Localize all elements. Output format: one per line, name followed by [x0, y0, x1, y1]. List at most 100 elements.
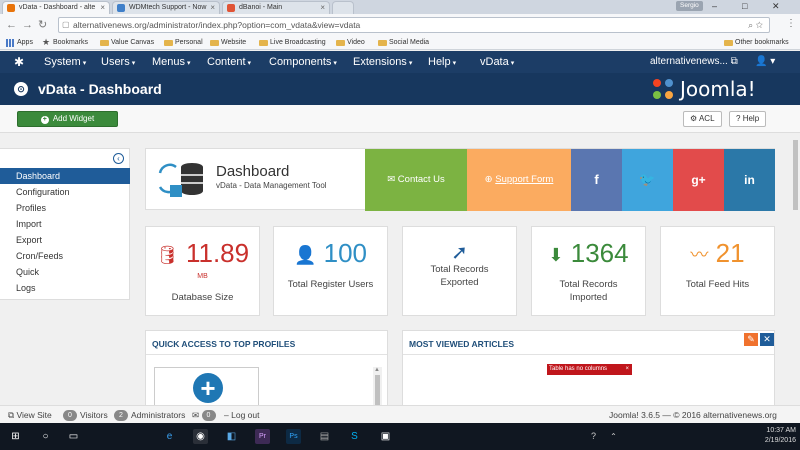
visitors-count[interactable]: 0 Visitors: [63, 406, 108, 424]
administrators-count[interactable]: 2 Administrators: [114, 406, 185, 424]
browser-tab[interactable]: dBanoi - Main ×: [222, 1, 330, 14]
linkedin-icon[interactable]: in: [724, 149, 775, 211]
help-button[interactable]: ? Help: [729, 111, 767, 127]
acl-button[interactable]: ⚙ ACL: [683, 111, 722, 127]
caret-down-icon: ▾: [187, 60, 191, 67]
maximize-icon[interactable]: □: [742, 0, 747, 12]
menu-users[interactable]: Users ▾: [101, 51, 135, 75]
back-icon[interactable]: ←: [6, 18, 17, 32]
site-link[interactable]: alternativenews... ⧉: [650, 51, 738, 73]
browser-tab[interactable]: WDMtech Support - Now ×: [112, 1, 220, 14]
system-clock[interactable]: 10:37 AM 2/19/2016: [748, 426, 796, 446]
address-bar[interactable]: ▢ alternativenews.org/administrator/inde…: [58, 17, 770, 33]
bookmark-folder[interactable]: Live Broadcasting: [259, 38, 326, 48]
add-profile-box[interactable]: +: [154, 367, 259, 407]
task-view-icon[interactable]: ▭: [66, 429, 81, 444]
bookmark-folder[interactable]: Social Media: [378, 38, 429, 48]
browser-tab-strip: vData - Dashboard - alte × WDMtech Suppo…: [0, 0, 800, 14]
close-icon[interactable]: ✕: [760, 333, 774, 346]
page-info-icon[interactable]: ▢: [62, 18, 70, 32]
add-icon[interactable]: +: [193, 373, 223, 403]
explorer-icon[interactable]: ◧: [224, 429, 239, 444]
app-icon[interactable]: ▤: [317, 429, 332, 444]
logout-link[interactable]: – Log out: [224, 406, 259, 424]
help-tray-icon[interactable]: ?: [586, 429, 601, 444]
edit-icon[interactable]: ✎: [744, 333, 758, 346]
scroll-up-icon[interactable]: ▲: [374, 367, 380, 373]
edge-icon[interactable]: e: [162, 429, 177, 444]
close-tab-icon[interactable]: ×: [320, 2, 325, 14]
scrollbar-thumb[interactable]: [375, 375, 380, 405]
windows-start-icon[interactable]: ⊞: [8, 429, 23, 444]
bookmarks-bar: Apps ★ Bookmarks Value Canvas Personal We…: [0, 36, 800, 50]
search-icon[interactable]: ○: [38, 429, 53, 444]
close-window-icon[interactable]: ✕: [772, 0, 780, 12]
apps-icon: [6, 39, 14, 47]
gear-icon: ⚙: [690, 114, 698, 123]
browser-menu-icon[interactable]: ⋮: [786, 18, 796, 29]
close-icon[interactable]: ×: [625, 364, 629, 375]
caret-down-icon: ▾: [510, 60, 515, 67]
bookmark-folder[interactable]: Personal: [164, 38, 203, 48]
reload-icon[interactable]: ↻: [38, 18, 47, 32]
premiere-icon[interactable]: Pr: [255, 429, 270, 444]
dashboard-subtitle: vData - Data Management Tool: [216, 181, 327, 190]
photoshop-icon[interactable]: Ps: [286, 429, 301, 444]
google-plus-icon[interactable]: g+: [673, 149, 724, 211]
bookmark-folder[interactable]: Video: [336, 38, 365, 48]
bookmark-apps[interactable]: Apps: [6, 38, 33, 48]
sidebar-item-import[interactable]: Import: [0, 216, 130, 232]
sidebar-item-configuration[interactable]: Configuration: [0, 184, 130, 200]
menu-extensions[interactable]: Extensions ▾: [353, 51, 412, 75]
menu-help[interactable]: Help ▾: [428, 51, 456, 75]
twitter-icon[interactable]: 🐦: [622, 149, 673, 211]
bookmark-folder[interactable]: Website: [210, 38, 246, 48]
zoom-search-icon[interactable]: ⌕ ☆: [748, 18, 763, 32]
user-icon: 👤: [293, 245, 317, 266]
sidebar-item-profiles[interactable]: Profiles: [0, 200, 130, 216]
notes-icon[interactable]: ▣: [378, 429, 393, 444]
add-widget-button[interactable]: + Add Widget: [17, 111, 118, 127]
sidebar-item-cron-feeds[interactable]: Cron/Feeds: [0, 248, 130, 264]
browser-tab[interactable]: vData - Dashboard - alte ×: [2, 1, 110, 14]
joomla-logo-icon: [653, 79, 673, 99]
admin-status-bar: ⧉ View Site 0 Visitors 2 Administrators ✉ …: [0, 405, 800, 423]
menu-system[interactable]: System ▾: [44, 51, 86, 75]
bookmark-folder[interactable]: Value Canvas: [100, 38, 154, 48]
menu-vdata[interactable]: vData ▾: [480, 51, 514, 75]
close-tab-icon[interactable]: ×: [210, 2, 215, 14]
view-site-link[interactable]: ⧉ View Site: [8, 406, 52, 424]
sidebar-item-quick[interactable]: Quick: [0, 264, 130, 280]
sidebar-item-logs[interactable]: Logs: [0, 280, 130, 296]
bookmark-bookmarks[interactable]: ★ Bookmarks: [42, 37, 88, 48]
menu-content[interactable]: Content ▾: [207, 51, 251, 75]
browser-profile-chip[interactable]: Sergio: [676, 1, 703, 11]
menu-components[interactable]: Components ▾: [269, 51, 337, 75]
contact-us-tile[interactable]: ✉ Contact Us: [365, 149, 467, 211]
page-scrollbar[interactable]: [791, 134, 800, 405]
stat-unit: MB: [197, 273, 208, 280]
support-form-tile[interactable]: ⊕ Support Form: [467, 149, 571, 211]
messages-count[interactable]: ✉ 0: [192, 406, 219, 424]
stat-label: Total Feed Hits: [685, 279, 750, 290]
folder-icon: [210, 40, 219, 46]
sidebar-item-export[interactable]: Export: [0, 232, 130, 248]
close-tab-icon[interactable]: ×: [100, 2, 105, 14]
joomla-logo-icon[interactable]: ✱: [14, 55, 24, 69]
chrome-icon[interactable]: ◉: [193, 429, 208, 444]
collapse-sidebar-icon[interactable]: ‹: [113, 153, 124, 164]
stat-label: Total Records Exported: [430, 264, 489, 288]
panel-scrollbar[interactable]: ▲: [373, 367, 382, 407]
sidebar-item-dashboard[interactable]: Dashboard: [0, 168, 130, 184]
skype-icon[interactable]: S: [347, 429, 362, 444]
forward-icon[interactable]: →: [22, 18, 33, 32]
other-bookmarks[interactable]: Other bookmarks: [724, 38, 789, 48]
stat-registered-users: 👤 100 Total Register Users: [273, 226, 388, 316]
scrollbar-thumb[interactable]: [793, 140, 798, 210]
new-tab-button[interactable]: [332, 1, 354, 14]
facebook-icon[interactable]: f: [571, 149, 622, 211]
menu-menus[interactable]: Menus ▾: [152, 51, 191, 75]
user-menu[interactable]: 👤 ▾: [755, 51, 775, 73]
minimize-icon[interactable]: –: [712, 0, 717, 12]
tray-icons[interactable]: ⌃ ▭ ◔: [606, 429, 621, 450]
